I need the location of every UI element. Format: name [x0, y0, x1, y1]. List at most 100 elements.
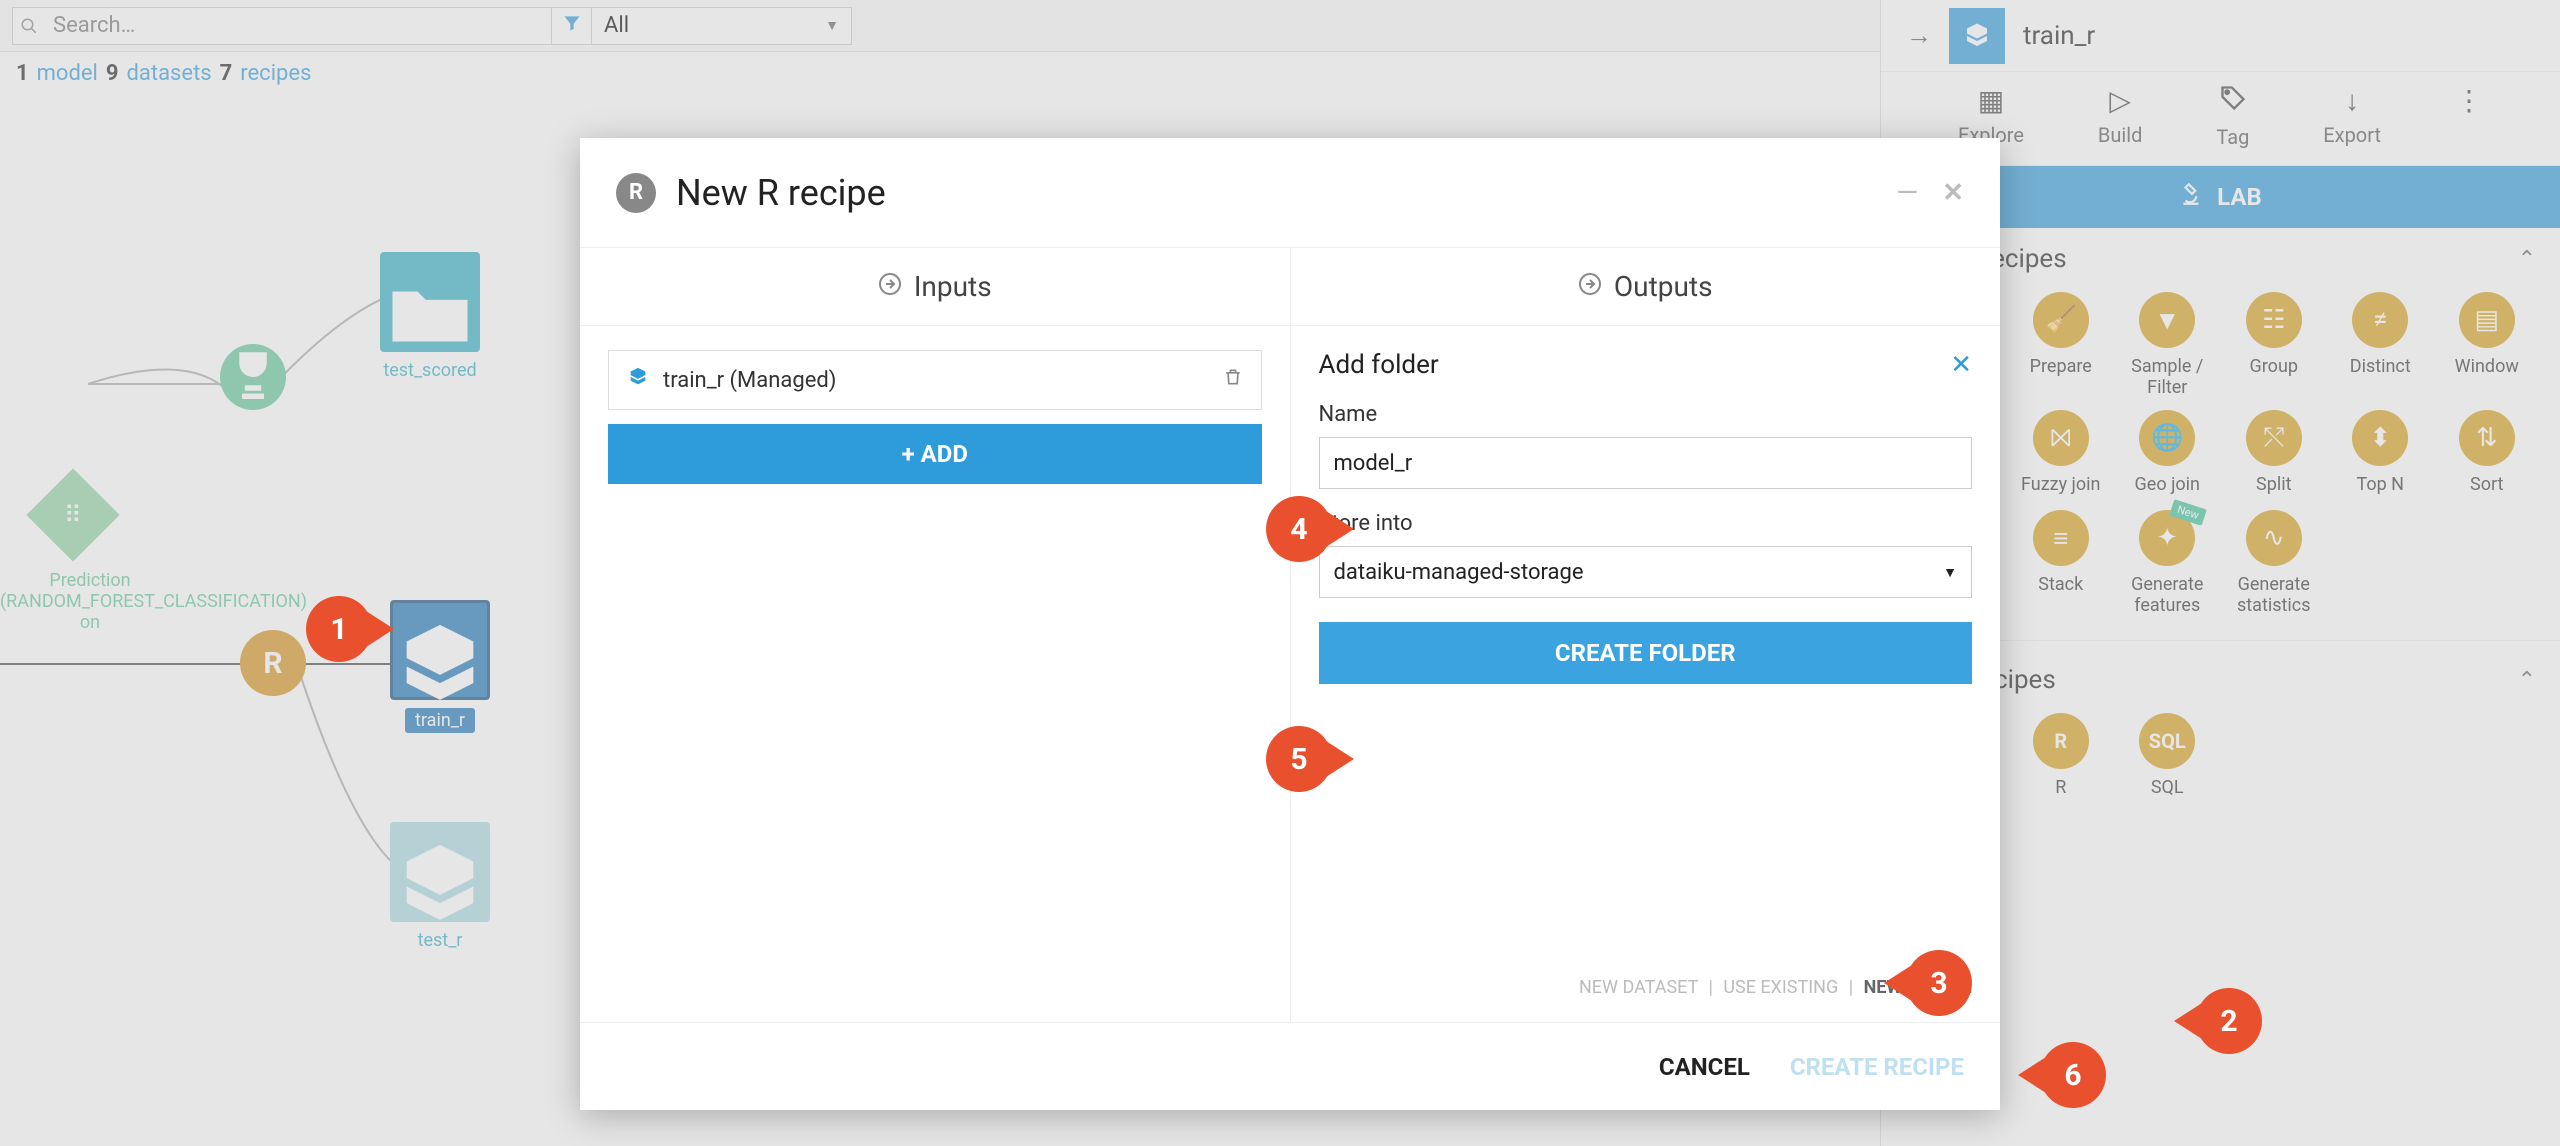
- recipe-circle-icon: ⬍: [2352, 410, 2408, 466]
- input-item-label: train_r (Managed): [663, 368, 836, 393]
- r-icon: R: [616, 173, 656, 213]
- recipe-circle-icon: 🧹: [2033, 292, 2089, 348]
- outputs-column: Outputs Add folder ✕ Name Store into dat…: [1290, 248, 2001, 1022]
- callout-6: 6: [2040, 1042, 2106, 1108]
- inputs-header: Inputs: [580, 248, 1290, 326]
- chevron-down-icon: ▼: [1943, 564, 1957, 581]
- recipe-label: Generate features: [2118, 574, 2217, 616]
- action-more[interactable]: ⋮: [2455, 84, 2483, 149]
- recipe-label: Top N: [2356, 474, 2404, 498]
- recipe-circle-icon: SQL: [2139, 713, 2195, 769]
- store-label: Store into: [1319, 511, 1973, 536]
- tag-icon: [2219, 84, 2247, 119]
- new-dataset-link[interactable]: NEW DATASET: [1579, 977, 1698, 998]
- use-existing-link[interactable]: USE EXISTING: [1723, 977, 1838, 998]
- callout-5: 5: [1266, 726, 1332, 792]
- action-export[interactable]: ↓ Export: [2323, 84, 2381, 149]
- recipe-label: Fuzzy join: [2021, 474, 2100, 498]
- recipe-label: R: [2055, 777, 2066, 801]
- recipe-label: Split: [2256, 474, 2291, 498]
- modal-title: New R recipe: [676, 172, 1896, 214]
- recipe-circle-icon: ∿: [2246, 510, 2302, 566]
- add-input-button[interactable]: + ADD: [608, 424, 1262, 484]
- close-output-icon[interactable]: ✕: [1950, 350, 1972, 380]
- recipe-label: Distinct: [2350, 356, 2411, 380]
- recipe-circle-icon: ⤲: [2246, 410, 2302, 466]
- recipe-circle-icon: ▼: [2139, 292, 2195, 348]
- visual-recipe-item[interactable]: ≠ Distinct: [2331, 292, 2430, 398]
- recipe-circle-icon: 🌐: [2139, 410, 2195, 466]
- visual-recipe-item[interactable]: ✦New Generate features: [2118, 510, 2217, 616]
- recipe-circle-icon: ▤: [2459, 292, 2515, 348]
- dataset-icon: [627, 366, 649, 394]
- recipe-circle-icon: ≠: [2352, 292, 2408, 348]
- recipe-circle-icon: ⨝: [2033, 410, 2089, 466]
- store-select[interactable]: dataiku-managed-storage ▼: [1319, 546, 1973, 598]
- recipe-circle-icon: ✦New: [2139, 510, 2195, 566]
- back-arrow-icon[interactable]: →: [1897, 14, 1941, 58]
- outputs-header: Outputs: [1291, 248, 2001, 326]
- inputs-column: Inputs train_r (Managed) + ADD: [580, 248, 1290, 1022]
- input-item: train_r (Managed): [608, 350, 1262, 410]
- name-label: Name: [1319, 402, 1973, 427]
- create-recipe-button[interactable]: CREATE RECIPE: [1790, 1053, 1964, 1081]
- right-panel-title: train_r: [2023, 21, 2095, 51]
- modal-footer: CANCEL CREATE RECIPE: [580, 1022, 2000, 1110]
- callout-4: 4: [1266, 496, 1332, 562]
- callout-3: 3: [1906, 950, 1972, 1016]
- recipe-label: Sample / Filter: [2118, 356, 2217, 398]
- callout-1: 1: [306, 596, 372, 662]
- visual-recipe-item[interactable]: ⨝ Fuzzy join: [2012, 410, 2111, 498]
- modal-body: Inputs train_r (Managed) + ADD: [580, 248, 2000, 1022]
- recipe-circle-icon: ☷: [2246, 292, 2302, 348]
- visual-recipe-item[interactable]: ☷ Group: [2225, 292, 2324, 398]
- visual-recipe-item[interactable]: ⤲ Split: [2225, 410, 2324, 498]
- action-tag[interactable]: Tag: [2216, 84, 2249, 149]
- new-r-recipe-modal: R New R recipe — ✕ Inputs train_r (Manag…: [580, 138, 2000, 1110]
- minimize-icon[interactable]: —: [1896, 176, 1918, 209]
- code-recipe-item[interactable]: SQL SQL: [2118, 713, 2217, 801]
- recipe-label: Stack: [2038, 574, 2083, 598]
- close-icon[interactable]: ✕: [1942, 178, 1964, 208]
- recipe-label: Sort: [2470, 474, 2503, 498]
- create-folder-button[interactable]: CREATE FOLDER: [1319, 622, 1973, 684]
- callout-2: 2: [2196, 988, 2262, 1054]
- visual-recipe-item[interactable]: ≡ Stack: [2012, 510, 2111, 616]
- visual-recipe-item[interactable]: ∿ Generate statistics: [2225, 510, 2324, 616]
- dataset-icon: [1949, 8, 2005, 64]
- output-type-links: NEW DATASET | USE EXISTING | NEW FOLDER: [1319, 957, 1973, 998]
- chevron-up-icon: ⌃: [2518, 668, 2536, 693]
- input-arrow-icon: [878, 272, 902, 302]
- add-folder-title: Add folder: [1319, 350, 1439, 380]
- code-recipe-item[interactable]: RR: [2012, 713, 2111, 801]
- visual-recipe-item[interactable]: ⇅ Sort: [2438, 410, 2537, 498]
- visual-recipe-item[interactable]: 🧹 Prepare: [2012, 292, 2111, 398]
- recipe-label: Prepare: [2030, 356, 2092, 380]
- recipe-circle-icon: ⇅: [2459, 410, 2515, 466]
- visual-recipe-item[interactable]: ▼ Sample / Filter: [2118, 292, 2217, 398]
- recipe-label: Group: [2250, 356, 2298, 380]
- folder-name-input[interactable]: [1319, 437, 1973, 489]
- new-badge: New: [2170, 499, 2208, 526]
- recipe-label: Window: [2455, 356, 2519, 380]
- download-icon: ↓: [2345, 84, 2359, 117]
- play-icon: ▷: [2109, 84, 2131, 117]
- visual-recipe-item[interactable]: 🌐 Geo join: [2118, 410, 2217, 498]
- recipe-label: Geo join: [2135, 474, 2200, 498]
- more-vertical-icon: ⋮: [2455, 84, 2483, 117]
- output-arrow-icon: [1578, 272, 1602, 302]
- recipe-label: Generate statistics: [2225, 574, 2324, 616]
- recipe-circle-icon: ≡: [2033, 510, 2089, 566]
- visual-recipe-item[interactable]: ⬍ Top N: [2331, 410, 2430, 498]
- recipe-label: SQL: [2151, 777, 2184, 801]
- action-build[interactable]: ▷ Build: [2098, 84, 2143, 149]
- trash-icon[interactable]: [1223, 367, 1243, 393]
- recipe-circle-icon: R: [2033, 713, 2089, 769]
- grid-icon: ▦: [1978, 84, 2004, 117]
- cancel-button[interactable]: CANCEL: [1659, 1053, 1750, 1081]
- microscope-icon: [2179, 181, 2205, 213]
- visual-recipe-item[interactable]: ▤ Window: [2438, 292, 2537, 398]
- chevron-up-icon: ⌃: [2518, 247, 2536, 272]
- right-panel-header: → train_r: [1881, 0, 2560, 72]
- modal-header: R New R recipe — ✕: [580, 138, 2000, 248]
